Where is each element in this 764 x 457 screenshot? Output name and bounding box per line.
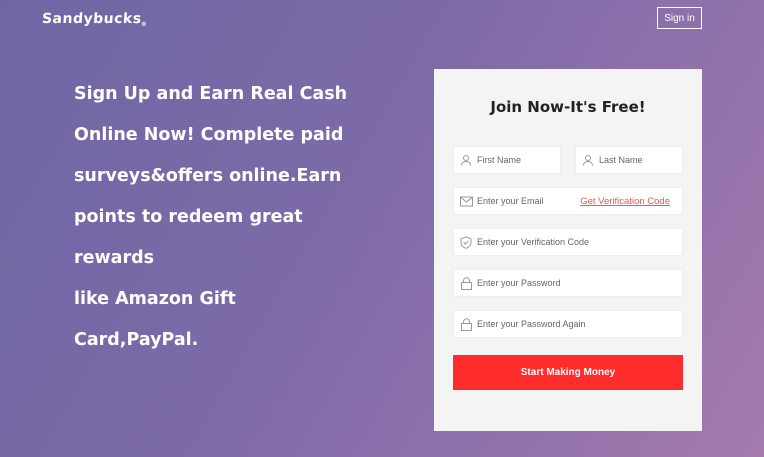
password-field[interactable] — [453, 269, 683, 297]
verification-code-field[interactable] — [453, 228, 683, 256]
password-again-field[interactable] — [453, 310, 683, 338]
shield-check-icon — [458, 234, 474, 250]
signup-form-card: Join Now-It's Free! Get Verification Cod… — [434, 69, 702, 431]
user-icon — [580, 152, 596, 168]
lock-icon — [458, 275, 474, 291]
user-icon — [458, 152, 474, 168]
first-name-field[interactable] — [453, 146, 561, 174]
logo-text: Sandybucks — [41, 11, 143, 27]
sign-in-button[interactable]: Sign in — [657, 7, 702, 29]
mail-icon — [458, 193, 474, 209]
password-input[interactable] — [477, 278, 682, 288]
last-name-input[interactable] — [599, 155, 682, 165]
first-name-input[interactable] — [477, 155, 560, 165]
form-title: Join Now-It's Free! — [490, 98, 646, 116]
email-field[interactable]: Get Verification Code — [453, 187, 683, 215]
password-again-input[interactable] — [477, 319, 682, 329]
get-verification-code-link[interactable]: Get Verification Code — [580, 196, 670, 207]
start-making-money-button[interactable]: Start Making Money — [453, 355, 683, 390]
site-logo[interactable]: Sandybucks ® — [41, 11, 147, 28]
lock-icon — [458, 316, 474, 332]
verification-code-input[interactable] — [477, 237, 682, 247]
logo-registered-mark: ® — [140, 21, 148, 28]
last-name-field[interactable] — [575, 146, 683, 174]
hero-text: Sign Up and Earn Real Cash Online Now! C… — [74, 84, 348, 350]
email-input[interactable] — [477, 196, 581, 206]
